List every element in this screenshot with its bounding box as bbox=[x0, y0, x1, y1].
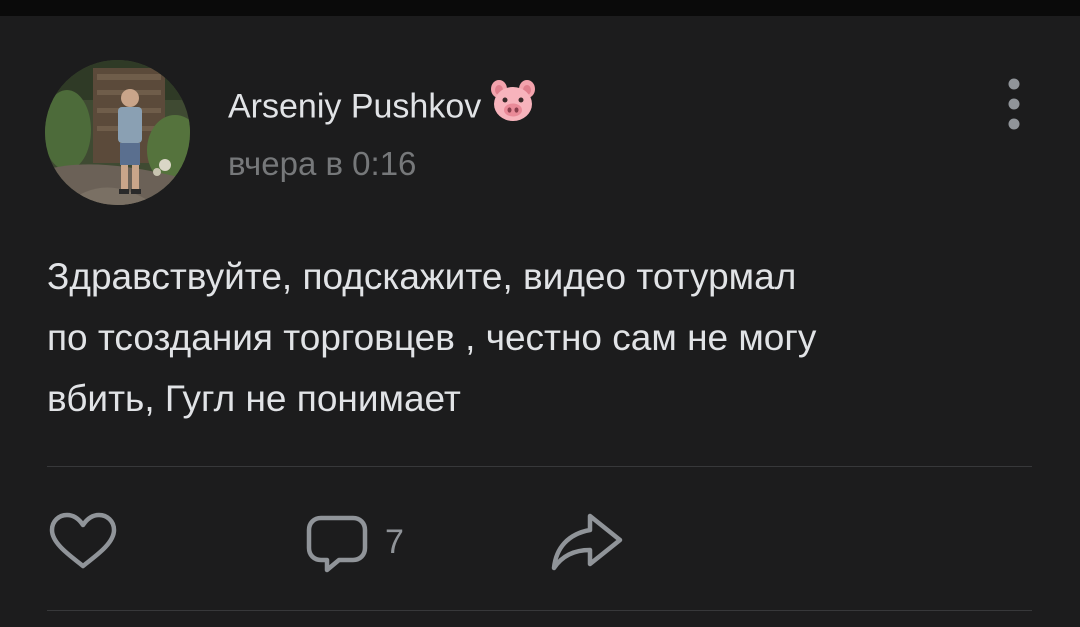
more-vertical-icon bbox=[1008, 78, 1020, 130]
author-name[interactable]: Arseniy Pushkov bbox=[228, 79, 537, 135]
post-text: Здравствуйте, подскажите, видео тотурмал… bbox=[47, 246, 1037, 429]
author-name-text: Arseniy Pushkov bbox=[228, 87, 482, 126]
avatar[interactable] bbox=[45, 60, 190, 205]
share-icon bbox=[551, 513, 623, 571]
heart-icon bbox=[49, 512, 117, 569]
comment-icon bbox=[306, 515, 368, 573]
more-options-button[interactable] bbox=[996, 76, 1032, 132]
comment-button[interactable] bbox=[305, 514, 369, 574]
post-text-line: вбить, Гугл не понимает bbox=[47, 378, 461, 419]
top-bar-strip bbox=[0, 0, 1080, 16]
post-text-line: по тсоздания торговцев , честно сам не м… bbox=[47, 317, 817, 358]
pig-face-icon bbox=[489, 79, 537, 132]
divider bbox=[47, 610, 1032, 611]
post-card: Arseniy Pushkov вчера в 0:16 Здравствуйт… bbox=[0, 16, 1080, 627]
comment-count: 7 bbox=[385, 523, 404, 561]
share-button[interactable] bbox=[548, 512, 628, 572]
post-text-line: Здравствуйте, подскажите, видео тотурмал bbox=[47, 256, 797, 297]
divider bbox=[47, 466, 1032, 467]
like-button[interactable] bbox=[48, 512, 118, 572]
post-time[interactable]: вчера в 0:16 bbox=[228, 144, 416, 184]
